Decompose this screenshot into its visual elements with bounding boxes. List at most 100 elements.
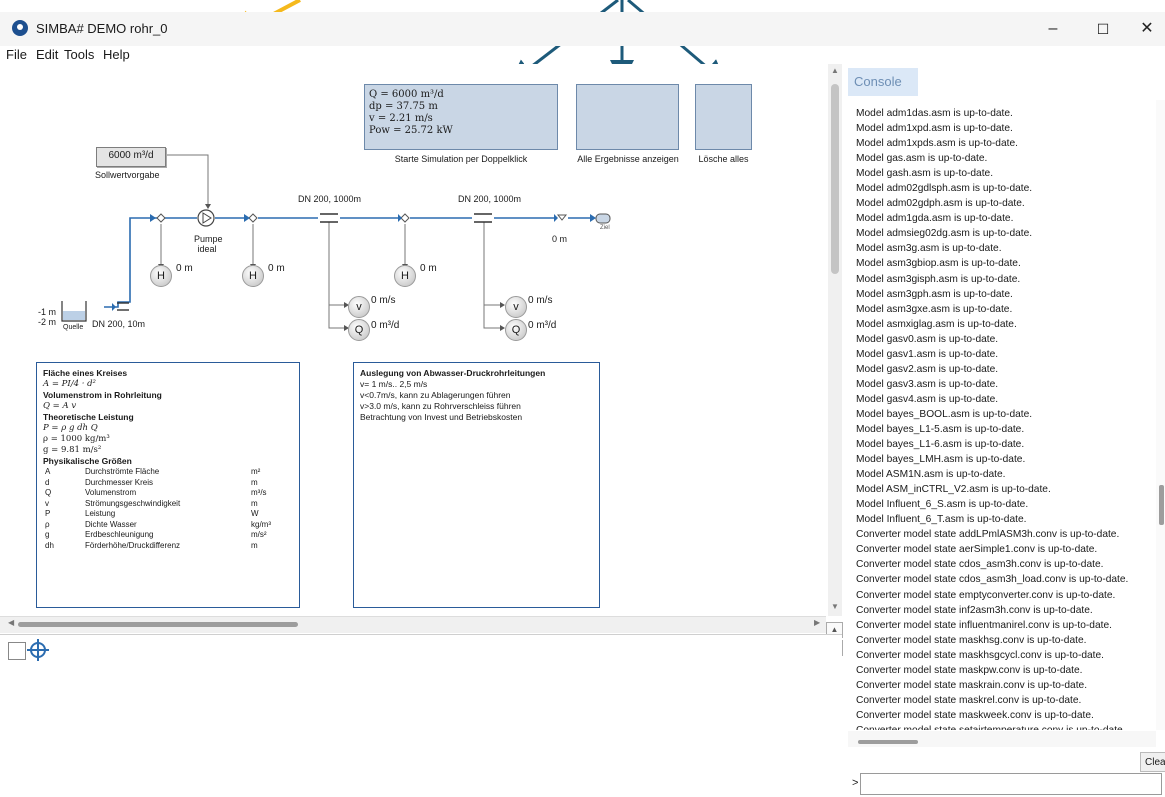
description-cell: Leistung: [85, 509, 116, 518]
design-info-line: v= 1 m/s.. 2,5 m/s: [360, 379, 428, 389]
scroll-up-arrow-icon[interactable]: ▲: [831, 66, 839, 75]
scroll-left-arrow-icon[interactable]: ◀: [8, 618, 14, 627]
circle-area-heading: Fläche eines Kreises: [43, 368, 128, 378]
flow-gauge-1[interactable]: Q: [348, 319, 370, 341]
menu-tools[interactable]: Tools: [64, 47, 94, 62]
flow-gauge-2[interactable]: Q: [505, 319, 527, 341]
canvas-vertical-scroll-thumb[interactable]: [831, 84, 839, 274]
symbol-cell: A: [45, 467, 51, 476]
target-level-value: 0 m: [552, 234, 568, 244]
menu-help[interactable]: Help: [103, 47, 130, 62]
setpoint-block[interactable]: 6000 m³/d: [96, 147, 166, 167]
start-simulation-caption: Starte Simulation per Doppelklick: [394, 154, 528, 164]
console-vertical-scroll-thumb[interactable]: [1159, 485, 1164, 525]
symbol-cell: g: [45, 530, 50, 539]
simba-app-icon: [12, 20, 28, 36]
canvas-horizontal-scroll-thumb[interactable]: [18, 622, 298, 627]
formula-info-box: Fläche eines Kreises A = PI/4 · d² Volum…: [36, 362, 300, 608]
pipe1-label: DN 200, 1000m: [298, 194, 362, 204]
head-gauge-1[interactable]: H: [150, 265, 172, 287]
design-info-box: Auslegung von Abwasser-Druckrohrleitunge…: [353, 362, 600, 608]
table-row: P Leistung W: [43, 509, 293, 520]
model-canvas[interactable]: Q = 6000 m³/d dp = 37.75 m v = 2.21 m/s …: [0, 64, 830, 616]
console-line: Converter model state maskhsgcycl.conv i…: [856, 649, 1105, 661]
symbol-cell: ρ: [45, 519, 50, 529]
console-output[interactable]: Model adm1das.asm is up-to-date. Model ad…: [848, 106, 1156, 730]
symbol-cell: d: [45, 477, 50, 487]
flow-gauge-1-value: 0 m³/d: [371, 320, 400, 331]
clear-button[interactable]: Clea: [1140, 752, 1165, 772]
table-row: v Strömungsgeschwindigkeit m: [43, 499, 293, 510]
console-horizontal-scrollbar[interactable]: [848, 731, 1156, 747]
menu-bar: File Edit Tools Help: [0, 46, 840, 64]
console-line: Model gasv0.asm is up-to-date.: [856, 333, 999, 345]
unit-cell: m: [251, 498, 258, 508]
title-bar: [0, 12, 1165, 46]
console-prompt: >: [852, 777, 859, 789]
description-cell: Erdbeschleunigung: [85, 530, 154, 539]
console-line: Model bayes_BOOL.asm is up-to-date.: [856, 408, 1033, 420]
unit-cell: W: [251, 509, 259, 518]
console-line: Model adm02gdph.asm is up-to-date.: [856, 198, 1025, 210]
velocity-gauge-2-value: 0 m/s: [528, 295, 553, 306]
symbol-cell: P: [45, 509, 51, 518]
delete-all-box[interactable]: [695, 84, 752, 150]
head-gauge-3-value: 0 m: [420, 263, 437, 274]
lower-panel: [0, 634, 842, 797]
pipe2-label: DN 200, 1000m: [458, 194, 522, 204]
description-cell: Förderhöhe/Druckdifferenz: [85, 540, 181, 550]
setpoint-caption: Sollwertvorgabe: [95, 170, 160, 180]
unit-cell: kg/m³: [251, 519, 271, 529]
source-level-1: -1 m: [38, 307, 56, 317]
description-cell: Durchmesser Kreis: [85, 477, 154, 487]
density-formula: ρ = 1000 kg/m³: [43, 434, 110, 444]
volume-flow-heading: Volumenstrom in Rohrleitung: [43, 390, 162, 400]
console-horizontal-scroll-thumb[interactable]: [858, 740, 918, 744]
show-all-results-caption: Alle Ergebnisse anzeigen: [577, 154, 679, 164]
checkbox[interactable]: [8, 642, 26, 660]
start-simulation-box[interactable]: Q = 6000 m³/d dp = 37.75 m v = 2.21 m/s …: [364, 84, 558, 150]
scroll-right-arrow-icon[interactable]: ▶: [814, 618, 820, 627]
source-level-2: -2 m: [38, 317, 56, 327]
console-tab[interactable]: Console: [848, 68, 918, 96]
description-cell: Durchströmte Fläche: [85, 467, 160, 476]
console-line: Model adm1xpds.asm is up-to-date.: [856, 138, 1018, 150]
velocity-gauge-1[interactable]: v: [348, 296, 370, 318]
inlet-pipe-label: DN 200, 10m: [92, 319, 146, 329]
crosshair-icon[interactable]: [26, 638, 50, 662]
velocity-gauge-2[interactable]: v: [505, 296, 527, 318]
console-line: Model bayes_L1-5.asm is up-to-date.: [856, 423, 1025, 435]
console-line: Model asm3gbiop.asm is up-to-date.: [856, 258, 1021, 270]
console-line: Converter model state aerSimple1.conv is…: [856, 544, 1098, 556]
table-row: g Erdbeschleunigung m/s²: [43, 530, 293, 541]
console-command-input[interactable]: [860, 773, 1162, 795]
scroll-down-arrow-icon[interactable]: ▼: [831, 602, 839, 611]
menu-file[interactable]: File: [6, 47, 27, 62]
unit-cell: m²: [251, 467, 261, 476]
volume-flow-formula: Q = A v: [43, 401, 77, 411]
table-row: dh Förderhöhe/Druckdifferenz m: [43, 541, 293, 552]
window-title: SIMBA# DEMO rohr_0: [36, 21, 168, 36]
console-line: Converter model state addLPmlASM3h.conv …: [856, 529, 1120, 541]
console-vertical-scrollbar[interactable]: [1156, 100, 1165, 730]
console-line: Converter model state emptyconverter.con…: [856, 589, 1116, 601]
circle-area-formula: A = PI/4 · d²: [43, 379, 96, 389]
table-row: ρ Dichte Wasser kg/m³: [43, 520, 293, 531]
close-button[interactable]: ✕: [1124, 12, 1165, 46]
console-line: Model gasv4.asm is up-to-date.: [856, 393, 999, 405]
head-gauge-2[interactable]: H: [242, 265, 264, 287]
console-line: Model asm3g.asm is up-to-date.: [856, 243, 1002, 255]
show-all-results-box[interactable]: [576, 84, 679, 150]
maximize-button[interactable]: ☐: [1080, 12, 1126, 46]
design-info-line: Betrachtung von Invest und Betriebskoste…: [360, 412, 523, 422]
console-line: Model bayes_LMH.asm is up-to-date.: [856, 454, 1026, 466]
menu-edit[interactable]: Edit: [36, 47, 58, 62]
console-line: Model gasv1.asm is up-to-date.: [856, 348, 999, 360]
target-caption: Ziel: [600, 225, 610, 231]
head-gauge-3[interactable]: H: [394, 265, 416, 287]
console-line: Converter model state cdos_asm3h_load.co…: [856, 574, 1129, 586]
gravity-formula: g = 9.81 m/s²: [43, 445, 102, 455]
minimize-button[interactable]: –: [1030, 12, 1076, 46]
symbol-cell: v: [45, 498, 49, 508]
console-line: Converter model state maskhsg.conv is up…: [856, 634, 1087, 646]
